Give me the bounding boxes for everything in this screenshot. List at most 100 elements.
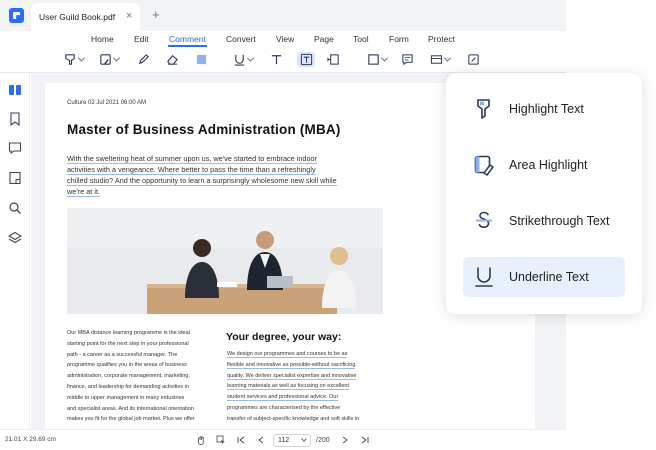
menu-form[interactable]: Form [389, 34, 409, 44]
body-line: learning materials as well as focusing o… [227, 383, 349, 391]
chevron-down-icon [443, 54, 452, 62]
right-column-text: We design our programmes and courses to … [227, 349, 385, 425]
menu-item-label: Strikethrough Text [509, 214, 610, 228]
highlighter-icon [477, 99, 490, 119]
document-tab[interactable]: User Guild Book.pdf × [31, 3, 140, 31]
attachment-tool-button[interactable] [467, 52, 480, 67]
menu-convert[interactable]: Convert [226, 34, 256, 44]
menu-tool[interactable]: Tool [353, 34, 369, 44]
section-heading: Your degree, your way: [226, 331, 342, 343]
pages-icon[interactable] [8, 171, 22, 185]
body-line: administration, corporate management, ma… [67, 373, 190, 380]
body-line: student services and professional advice… [227, 394, 339, 402]
underline-tool-button[interactable] [233, 52, 255, 67]
last-page-icon[interactable] [360, 435, 370, 445]
attachment-icon [468, 54, 479, 65]
body-line: makes you fit for the global job market.… [67, 416, 195, 423]
bookmark-icon[interactable] [8, 112, 22, 126]
menu-item-label: Underline Text [509, 270, 589, 284]
left-column-text: Our MBA distance learning programme is t… [67, 328, 217, 425]
body-line: path - a career as a successful manager.… [67, 351, 178, 358]
body-line: starting point for the next step in your… [67, 340, 189, 347]
callout-tool-button[interactable] [327, 52, 340, 67]
hand-tool-icon[interactable] [196, 435, 206, 445]
body-line: We design our programmes and courses to … [227, 351, 348, 358]
comment-icon [402, 54, 413, 66]
current-page-value: 112 [278, 437, 290, 444]
menu-item-underline-text[interactable]: Underline Text [463, 257, 625, 297]
intro-paragraph: With the sweltering heat of summer upon … [67, 153, 387, 197]
body-line: finance, and leadership for demanding ac… [67, 383, 189, 390]
intro-line: chilled studio? And the opportunity to l… [67, 176, 337, 186]
menu-item-highlight-text[interactable]: Highlight Text [463, 89, 625, 129]
stamp-tool-button[interactable] [430, 52, 452, 67]
menu-protect[interactable]: Protect [428, 34, 455, 44]
eraser-tool-button[interactable] [166, 52, 179, 67]
new-tab-icon[interactable]: + [152, 7, 160, 22]
menu-item-area-highlight[interactable]: Area Highlight [463, 145, 625, 185]
next-page-icon[interactable] [340, 435, 350, 445]
meeting-photo-illustration [67, 208, 383, 314]
body-line: programme qualifies you in the areas of … [67, 362, 187, 369]
chevron-down-icon [380, 54, 389, 62]
underline-icon [234, 54, 245, 66]
menu-page[interactable]: Page [314, 34, 334, 44]
menu-home[interactable]: Home [91, 34, 114, 44]
pencil-tool-button[interactable] [137, 52, 150, 67]
color-picker-button[interactable] [195, 52, 208, 67]
meeting-photo [67, 208, 383, 314]
status-bar: 21.01 X 29.69 cm 112 /200 [0, 429, 566, 450]
body-line: flexible and innovative as possible-with… [227, 361, 356, 369]
menu-item-label: Area Highlight [509, 158, 588, 172]
tab-bar: User Guild Book.pdf × + [0, 0, 566, 31]
article-meta: Culture 02 Jul 2021 06:00 AM [67, 100, 147, 106]
menu-bar: Home Edit Comment Convert View Page Tool… [0, 31, 566, 47]
body-line: programmes are characterised by the effe… [227, 404, 341, 411]
page-dimensions: 21.01 X 29.69 cm [5, 436, 56, 443]
comment-toolbar [0, 47, 566, 73]
highlight-tool-button[interactable] [64, 52, 86, 67]
left-sidebar [0, 73, 30, 429]
body-line: and specialist areas. And its internatio… [67, 405, 194, 412]
comments-panel-icon[interactable] [8, 141, 22, 155]
document-tab-label: User Guild Book.pdf [39, 12, 116, 22]
app-logo [9, 8, 24, 23]
chevron-down-icon [246, 54, 255, 62]
page-number-input[interactable]: 112 [273, 434, 311, 447]
thumbnails-icon[interactable] [8, 83, 22, 97]
eraser-icon [167, 55, 178, 65]
document-title: Master of Business Administration (MBA) [67, 122, 341, 137]
chevron-down-icon [301, 436, 307, 442]
underline-icon [475, 267, 493, 287]
callout-icon [327, 54, 339, 65]
chevron-down-icon [112, 54, 121, 62]
area-highlight-tool-button[interactable] [99, 52, 121, 67]
menu-edit[interactable]: Edit [134, 34, 149, 44]
first-page-icon[interactable] [236, 435, 246, 445]
text-icon [271, 55, 282, 65]
highlighter-icon [65, 54, 75, 65]
text-box-tool-button[interactable] [297, 52, 315, 67]
comment-tool-button[interactable] [401, 52, 414, 67]
annotation-menu: Highlight Text Area Highlight Strikethro… [446, 73, 642, 314]
layers-icon[interactable] [8, 231, 22, 245]
menu-item-strikethrough-text[interactable]: Strikethrough Text [463, 201, 625, 241]
text-box-icon [300, 53, 312, 66]
select-tool-icon[interactable] [216, 435, 226, 445]
menu-item-label: Highlight Text [509, 102, 584, 116]
color-swatch-icon [196, 54, 207, 65]
rectangle-icon [368, 54, 379, 65]
menu-comment[interactable]: Comment [169, 34, 206, 44]
search-icon[interactable] [8, 201, 22, 215]
text-tool-button[interactable] [270, 52, 283, 67]
stamp-icon [430, 55, 443, 64]
menu-view[interactable]: View [276, 34, 294, 44]
shape-tool-button[interactable] [367, 52, 389, 67]
previous-page-icon[interactable] [256, 435, 266, 445]
area-highlight-icon [100, 54, 111, 65]
pencil-icon [138, 54, 149, 65]
body-line: transfer of subject-specific knowledge a… [227, 415, 360, 422]
area-highlight-icon [474, 155, 494, 176]
close-tab-icon[interactable]: × [126, 10, 132, 22]
intro-line: activities with a vengeance. Where bette… [67, 165, 316, 175]
